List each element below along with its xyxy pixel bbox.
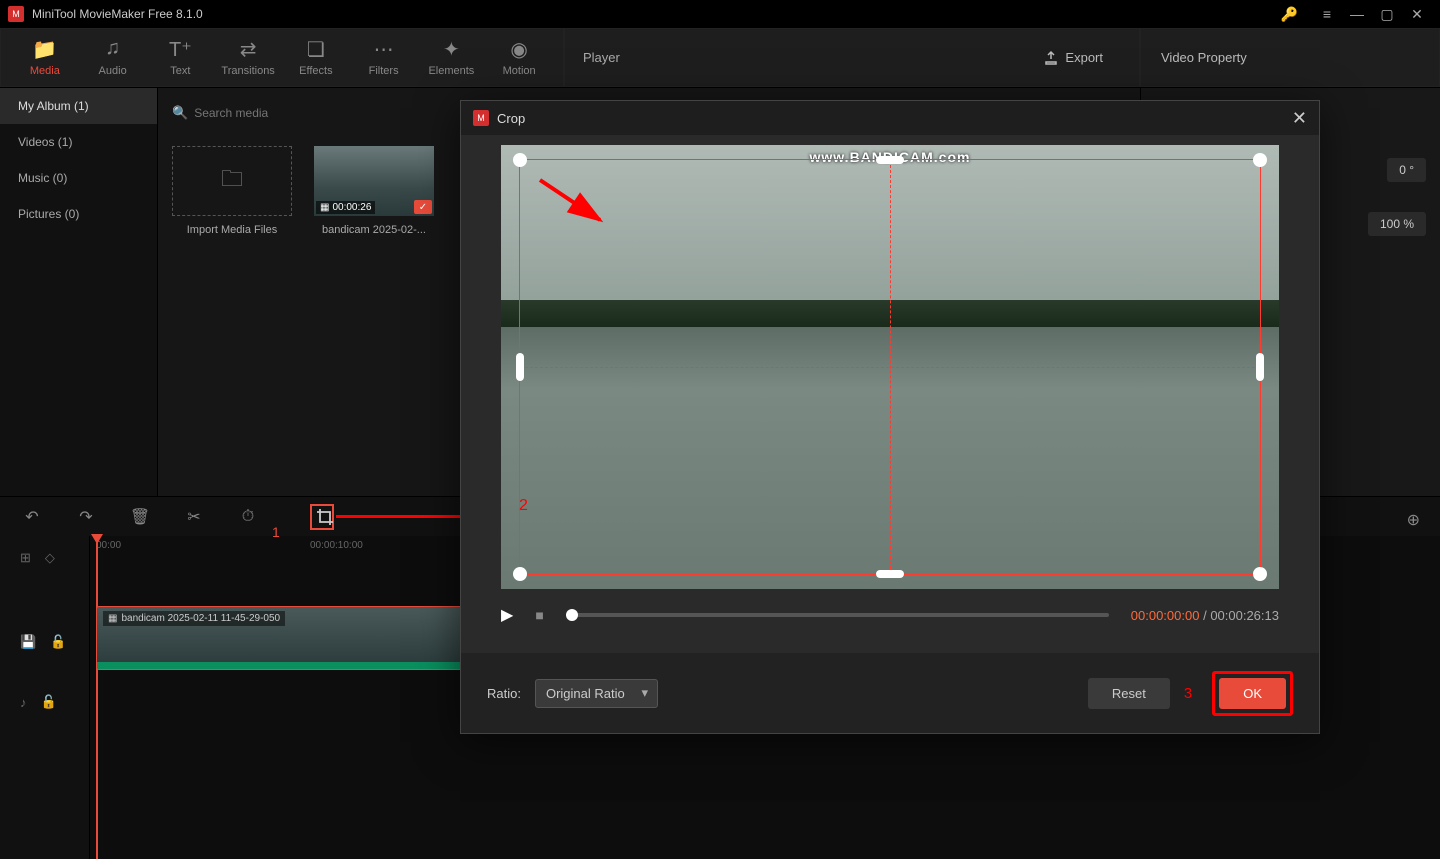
- crop-handle-nw[interactable]: [513, 153, 527, 167]
- crop-handle-n[interactable]: [876, 156, 904, 164]
- crop-frame[interactable]: [519, 159, 1261, 575]
- player-panel-header: Player Export: [564, 28, 1140, 87]
- crop-handle-s[interactable]: [876, 570, 904, 578]
- tab-audio[interactable]: ♫ Audio: [79, 37, 147, 77]
- media-thumbnail[interactable]: ▦ 00:00:26 ✓: [314, 146, 434, 216]
- checkmark-icon: ✓: [414, 200, 432, 214]
- export-button[interactable]: Export: [1025, 50, 1121, 66]
- crop-preview[interactable]: www.BANDICAM.com: [501, 145, 1279, 589]
- folder-plus-icon: 🗀: [221, 162, 243, 200]
- cut-button[interactable]: ✂: [182, 507, 206, 527]
- tab-media[interactable]: 📁 Media: [11, 37, 79, 77]
- lock-icon[interactable]: 🔓: [50, 634, 66, 650]
- annotation-arrows: [520, 160, 820, 310]
- sidebar-item-myalbum[interactable]: My Album (1): [0, 88, 157, 124]
- clip-name: bandicam 2025-02-11 11-45-29-050: [121, 613, 280, 624]
- music-note-icon: ♫: [105, 37, 120, 61]
- crop-button[interactable]: [310, 504, 334, 530]
- thumbnail-duration: ▦ 00:00:26: [316, 201, 375, 214]
- zoom-value[interactable]: 100 %: [1368, 212, 1426, 236]
- slider-knob[interactable]: [566, 609, 578, 621]
- delete-button[interactable]: 🗑: [128, 507, 152, 527]
- crop-handle-e[interactable]: [1256, 353, 1264, 381]
- player-label: Player: [583, 50, 620, 65]
- add-track-button[interactable]: ⊕: [1407, 510, 1420, 530]
- undo-button[interactable]: ↶: [20, 507, 44, 527]
- minimize-button[interactable]: —: [1342, 6, 1372, 22]
- filters-icon: ⋯: [374, 37, 394, 61]
- transitions-icon: ⇄: [240, 37, 257, 61]
- maximize-button[interactable]: ▢: [1372, 6, 1402, 23]
- app-logo-icon: M: [473, 110, 489, 126]
- search-icon: 🔍: [172, 105, 188, 121]
- app-title: MiniTool MovieMaker Free 8.1.0: [32, 7, 203, 21]
- tab-effects[interactable]: ❏ Effects: [282, 37, 350, 77]
- save-icon[interactable]: 💾: [20, 634, 36, 650]
- crop-dialog-header[interactable]: M Crop ✕: [461, 101, 1319, 135]
- speed-button[interactable]: ⏱: [236, 508, 260, 526]
- ok-button[interactable]: OK: [1219, 678, 1286, 709]
- playhead[interactable]: [96, 536, 98, 859]
- crop-dialog: M Crop ✕ www.BANDICAM.com: [460, 100, 1320, 734]
- tab-motion[interactable]: ◉ Motion: [485, 37, 553, 77]
- crop-handle-sw[interactable]: [513, 567, 527, 581]
- film-icon: ▦: [108, 613, 117, 624]
- sidebar-item-videos[interactable]: Videos (1): [0, 124, 157, 160]
- lock-icon[interactable]: 🔓: [41, 694, 57, 710]
- ratio-label: Ratio:: [487, 686, 521, 701]
- thumbnail-name: bandicam 2025-02-...: [314, 224, 434, 236]
- redo-button[interactable]: ↷: [74, 507, 98, 527]
- ratio-select[interactable]: Original Ratio: [535, 679, 658, 708]
- tab-elements[interactable]: ✦ Elements: [418, 37, 486, 77]
- import-label: Import Media Files: [172, 224, 292, 236]
- timeline-clip[interactable]: ▦ bandicam 2025-02-11 11-45-29-050: [96, 606, 466, 670]
- stop-button[interactable]: ■: [535, 607, 543, 623]
- crop-dialog-title: Crop: [497, 111, 525, 126]
- sidebar-item-pictures[interactable]: Pictures (0): [0, 196, 157, 232]
- crop-handle-ne[interactable]: [1253, 153, 1267, 167]
- marker-icon[interactable]: ◇: [45, 550, 55, 566]
- video-property-header: Video Property: [1140, 28, 1440, 87]
- close-icon[interactable]: ✕: [1292, 108, 1307, 129]
- app-logo: M: [8, 6, 24, 22]
- export-icon: [1043, 50, 1059, 66]
- annotation-3: 3: [1184, 685, 1192, 702]
- crop-handle-se[interactable]: [1253, 567, 1267, 581]
- tab-filters[interactable]: ⋯ Filters: [350, 37, 418, 77]
- audio-track-icon[interactable]: ♪: [20, 695, 27, 710]
- annotation-ok-highlight: OK: [1212, 671, 1293, 716]
- film-icon: ▦: [320, 202, 329, 213]
- tab-text[interactable]: T⁺ Text: [147, 37, 215, 77]
- reset-button[interactable]: Reset: [1088, 678, 1170, 709]
- menu-icon[interactable]: ≡: [1312, 6, 1342, 22]
- key-icon[interactable]: 🔑: [1281, 6, 1298, 23]
- rotation-value[interactable]: 0 °: [1387, 158, 1426, 182]
- close-button[interactable]: ✕: [1402, 6, 1432, 23]
- titlebar: M MiniTool MovieMaker Free 8.1.0 🔑 ≡ — ▢…: [0, 0, 1440, 28]
- crop-handle-w[interactable]: [516, 353, 524, 381]
- import-media-button[interactable]: 🗀: [172, 146, 292, 216]
- text-icon: T⁺: [169, 37, 192, 61]
- crop-time-display: 00:00:00:00 / 00:00:26:13: [1131, 608, 1279, 623]
- sparkle-icon: ✦: [443, 37, 460, 61]
- media-sidebar: My Album (1) Videos (1) Music (0) Pictur…: [0, 88, 158, 496]
- crop-seek-slider[interactable]: [566, 613, 1109, 617]
- play-button[interactable]: ▶: [501, 605, 513, 625]
- tab-transitions[interactable]: ⇄ Transitions: [214, 37, 282, 77]
- audio-waveform: [97, 651, 465, 669]
- annotation-2: 2: [519, 497, 528, 515]
- crop-grid-horizontal: [520, 367, 1260, 368]
- add-marker-icon[interactable]: ⊞: [20, 550, 31, 566]
- folder-icon: 📁: [32, 37, 57, 61]
- motion-icon: ◉: [510, 37, 527, 61]
- main-toolbar: 📁 Media ♫ Audio T⁺ Text ⇄ Transitions ❏ …: [0, 28, 1440, 88]
- effects-icon: ❏: [307, 37, 325, 61]
- sidebar-item-music[interactable]: Music (0): [0, 160, 157, 196]
